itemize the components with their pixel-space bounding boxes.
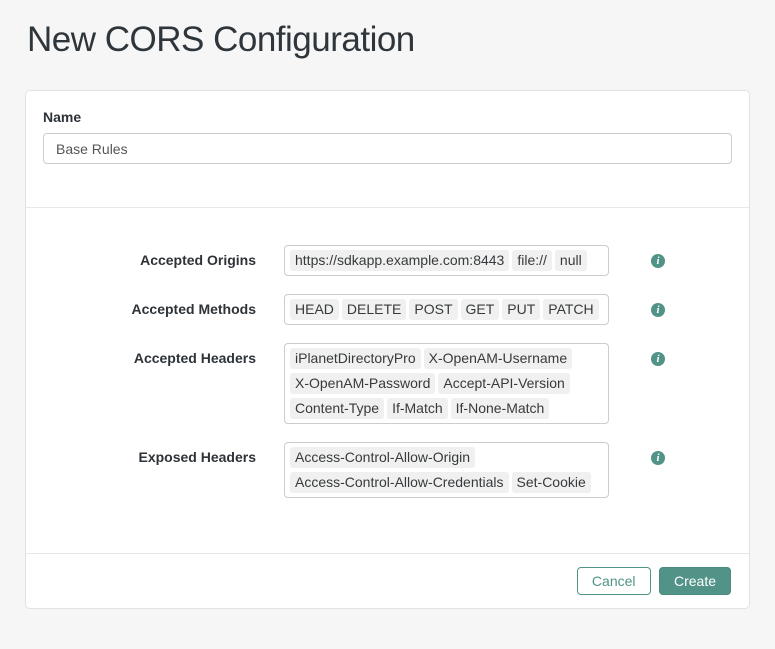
tag[interactable]: DELETE	[341, 299, 407, 320]
tags-input-accepted-methods[interactable]: HEAD DELETE POST GET PUT PATCH	[284, 294, 609, 325]
field-label-accepted-methods: Accepted Methods	[131, 301, 256, 317]
info-icon[interactable]: i	[651, 451, 665, 465]
card-footer: Cancel Create	[26, 554, 749, 608]
tag[interactable]: HEAD	[290, 299, 339, 320]
tags-input-accepted-headers[interactable]: iPlanetDirectoryPro X-OpenAM-Username X-Op…	[284, 343, 609, 424]
page-title: New CORS Configuration	[27, 20, 415, 59]
tag[interactable]: Accept-API-Version	[438, 373, 570, 394]
name-section: Name	[26, 91, 749, 208]
cors-config-card: Name Accepted Origins https://sdkapp.exam…	[25, 90, 750, 609]
tag[interactable]: file://	[512, 250, 552, 271]
tag[interactable]: Content-Type	[290, 398, 385, 419]
cancel-button[interactable]: Cancel	[576, 567, 651, 595]
name-label: Name	[43, 109, 82, 125]
tag[interactable]: Set-Cookie	[511, 472, 591, 493]
form-rows: Accepted Origins https://sdkapp.example.c…	[26, 245, 749, 498]
tags-input-exposed-headers[interactable]: Access-Control-Allow-Origin Access-Contro…	[284, 442, 609, 498]
form-row-accepted-methods: Accepted Methods HEAD DELETE POST GET PUT PATC…	[26, 294, 749, 325]
tag[interactable]: If-None-Match	[450, 398, 550, 419]
tag[interactable]: https://sdkapp.example.com:8443	[290, 250, 510, 271]
field-label-accepted-headers: Accepted Headers	[133, 350, 256, 366]
form-row-accepted-origins: Accepted Origins https://sdkapp.example.c…	[26, 245, 749, 276]
tag[interactable]: If-Match	[387, 398, 448, 419]
tag[interactable]: POST	[409, 299, 458, 320]
info-icon[interactable]: i	[651, 352, 665, 366]
fields-section: Accepted Origins https://sdkapp.example.c…	[26, 208, 749, 554]
name-input[interactable]	[43, 133, 732, 164]
page: New CORS Configuration Name Accepted Ori…	[0, 0, 775, 609]
tag[interactable]: null	[554, 250, 587, 271]
field-label-accepted-origins: Accepted Origins	[140, 252, 256, 268]
info-icon[interactable]: i	[651, 254, 665, 268]
create-button[interactable]: Create	[658, 567, 731, 595]
tag[interactable]: Access-Control-Allow-Origin	[290, 447, 476, 468]
tag[interactable]: Access-Control-Allow-Credentials	[290, 472, 509, 493]
tag[interactable]: PUT	[502, 299, 541, 320]
field-label-exposed-headers: Exposed Headers	[138, 449, 257, 465]
tag[interactable]: PATCH	[543, 299, 599, 320]
tag[interactable]: GET	[460, 299, 500, 320]
tag[interactable]: X-OpenAM-Password	[290, 373, 436, 394]
info-icon[interactable]: i	[651, 303, 665, 317]
tags-input-accepted-origins[interactable]: https://sdkapp.example.com:8443 file://nu…	[284, 245, 609, 276]
form-row-exposed-headers: Exposed Headers Access-Control-Allow-Orig…	[26, 442, 749, 498]
tag[interactable]: iPlanetDirectoryPro	[290, 348, 421, 369]
tag[interactable]: X-OpenAM-Username	[423, 348, 573, 369]
form-row-accepted-headers: Accepted Headers iPlanetDirectoryPro X-Ope…	[26, 343, 749, 424]
